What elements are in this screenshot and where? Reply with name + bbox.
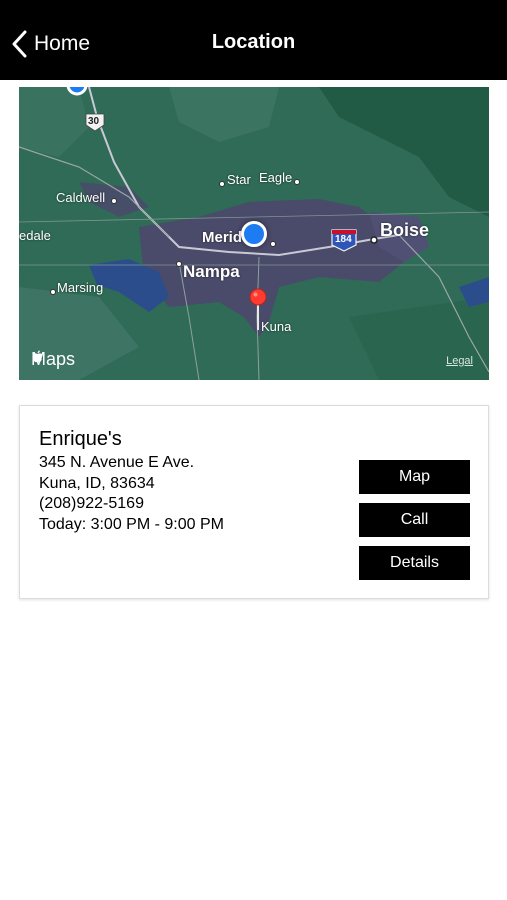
hours-today: Today: 3:00 PM - 9:00 PM bbox=[39, 516, 224, 533]
current-location-dot bbox=[241, 221, 267, 247]
maps-brand:  Maps bbox=[31, 349, 75, 370]
location-map[interactable]: 30 184 Star Eagle Caldwell edale Merid B… bbox=[19, 87, 489, 380]
back-label: Home bbox=[34, 32, 91, 55]
map-label-edale: edale bbox=[19, 228, 51, 243]
location-name: Enrique's bbox=[39, 428, 122, 450]
details-button[interactable]: Details bbox=[359, 546, 470, 580]
location-card: Enrique's 345 N. Avenue E Ave. Kuna, ID,… bbox=[19, 405, 489, 599]
map-button[interactable]: Map bbox=[359, 460, 470, 494]
address-line-1: 345 N. Avenue E Ave. bbox=[39, 454, 195, 471]
nav-bar: Home Location bbox=[0, 0, 507, 80]
map-label-star: Star bbox=[227, 172, 251, 187]
map-pin-icon[interactable] bbox=[248, 288, 268, 330]
map-label-meridian: Merid bbox=[202, 229, 243, 246]
call-button[interactable]: Call bbox=[359, 503, 470, 537]
apple-icon bbox=[32, 350, 43, 363]
legal-link[interactable]: Legal bbox=[446, 355, 473, 367]
map-label-nampa: Nampa bbox=[183, 262, 240, 281]
map-label-caldwell: Caldwell bbox=[56, 190, 106, 205]
back-button[interactable]: Home bbox=[10, 28, 90, 60]
map-label-boise: Boise bbox=[380, 220, 430, 240]
map-label-marsing: Marsing bbox=[57, 280, 104, 295]
address-line-2: Kuna, ID, 83634 bbox=[39, 475, 155, 492]
chevron-left-icon bbox=[12, 30, 27, 58]
map-label-hwy30: 30 bbox=[88, 116, 100, 127]
map-label-i184: 184 bbox=[335, 234, 352, 245]
phone-number: (208)922-5169 bbox=[39, 495, 144, 512]
map-label-eagle: Eagle bbox=[259, 170, 293, 185]
